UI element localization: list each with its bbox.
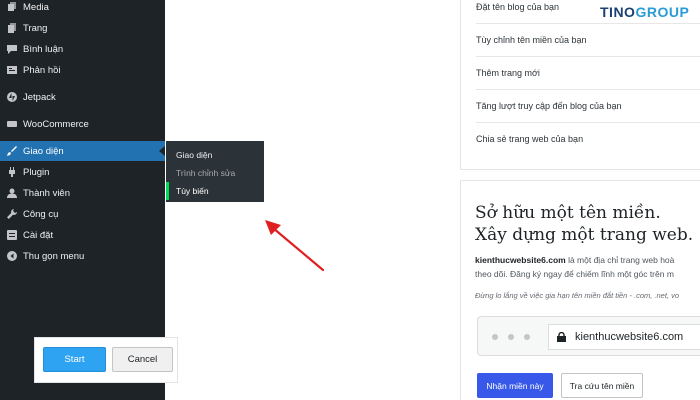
users-icon xyxy=(7,188,17,198)
plugin-icon xyxy=(7,167,17,177)
settings-icon xyxy=(7,230,17,240)
domain-description: kienthucwebsite6.com là một địa chỉ tran… xyxy=(475,255,675,279)
comments-icon xyxy=(7,44,17,54)
annotation-arrow xyxy=(265,220,325,272)
domain-card: Sở hữu một tên miền. Xây dựng một trang … xyxy=(460,180,700,400)
sidebar-item-jetpack[interactable]: Jetpack xyxy=(0,87,165,107)
media-icon xyxy=(7,2,17,12)
sidebar-item-collapse-menu[interactable]: Thu gọn menu xyxy=(0,246,165,266)
sidebar-item-label: Bình luận xyxy=(23,43,64,55)
wrench-icon xyxy=(7,209,17,219)
browser-dot xyxy=(492,334,498,340)
browser-mockup: kienthucwebsite6.com xyxy=(477,316,700,356)
checklist-item[interactable]: Tùy chỉnh tên miền của bạn xyxy=(476,24,700,57)
jetpack-icon xyxy=(7,92,17,102)
search-domain-button[interactable]: Tra cứu tên miền xyxy=(561,373,643,398)
sidebar-item-label: Thu gọn menu xyxy=(23,250,85,262)
domain-note: Đừng lo lắng về việc gia hạn tên miền đắ… xyxy=(475,291,680,300)
tinogroup-logo: TINO GROUP xyxy=(600,4,690,20)
checklist-item[interactable]: Tăng lượt truy cập đến blog của bạn xyxy=(476,90,700,123)
browser-dot xyxy=(524,334,530,340)
url-text: kienthucwebsite6.com xyxy=(575,331,684,343)
sidebar-item-label: Media xyxy=(23,1,49,13)
url-bar: kienthucwebsite6.com xyxy=(548,324,700,350)
lock-icon xyxy=(557,332,566,342)
collapse-icon xyxy=(7,251,17,261)
sidebar-item-label: Jetpack xyxy=(23,91,56,103)
sidebar-item-label: Cài đặt xyxy=(23,229,54,241)
sidebar-item-pages[interactable]: Trang xyxy=(0,18,165,38)
sidebar-item-comments[interactable]: Bình luận xyxy=(0,39,165,59)
checklist-item[interactable]: Thêm trang mới xyxy=(476,57,700,90)
checklist-card: Đặt tên blog của bạn Tùy chỉnh tên miền … xyxy=(460,0,700,170)
sidebar-item-woocommerce[interactable]: WooCommerce xyxy=(0,114,165,134)
sidebar-item-feedback[interactable]: Phản hồi xyxy=(0,60,165,80)
feedback-icon xyxy=(7,65,17,75)
sidebar-item-label: Công cụ xyxy=(23,208,59,220)
domain-heading: Sở hữu một tên miền. Xây dựng một trang … xyxy=(475,203,694,245)
appearance-flyout-submenu: Giao diện Trình chỉnh sửa Tùy biến xyxy=(166,141,264,202)
sidebar-item-users[interactable]: Thành viên xyxy=(0,183,165,203)
pages-icon xyxy=(7,23,17,33)
claim-domain-button[interactable]: Nhận miền này xyxy=(477,373,553,398)
start-button[interactable]: Start xyxy=(43,347,106,372)
sidebar-item-label: Phản hồi xyxy=(23,64,61,76)
sidebar-item-label: Thành viên xyxy=(23,187,71,199)
sidebar-item-settings[interactable]: Cài đặt xyxy=(0,225,165,245)
sidebar-item-appearance[interactable]: Giao diện xyxy=(0,141,165,161)
submenu-item-customize[interactable]: Tùy biến xyxy=(166,182,264,200)
sidebar-item-tools[interactable]: Công cụ xyxy=(0,204,165,224)
woocommerce-icon xyxy=(7,119,17,129)
sidebar-item-label: WooCommerce xyxy=(23,118,89,130)
sidebar-item-media[interactable]: Media xyxy=(0,0,165,17)
sidebar-item-label: Trang xyxy=(23,22,48,34)
sidebar-item-label: Plugin xyxy=(23,166,50,178)
cancel-button[interactable]: Cancel xyxy=(112,347,173,372)
sidebar-item-plugins[interactable]: Plugin xyxy=(0,162,165,182)
submenu-item-editor[interactable]: Trình chỉnh sửa xyxy=(166,164,264,182)
tour-popup: Start Cancel xyxy=(34,337,178,383)
browser-dot xyxy=(508,334,514,340)
submenu-item-themes[interactable]: Giao diện xyxy=(166,146,264,164)
brush-icon xyxy=(7,146,17,156)
sidebar-item-label: Giao diện xyxy=(23,145,64,157)
checklist-item[interactable]: Chia sẻ trang web của bạn xyxy=(476,123,700,156)
